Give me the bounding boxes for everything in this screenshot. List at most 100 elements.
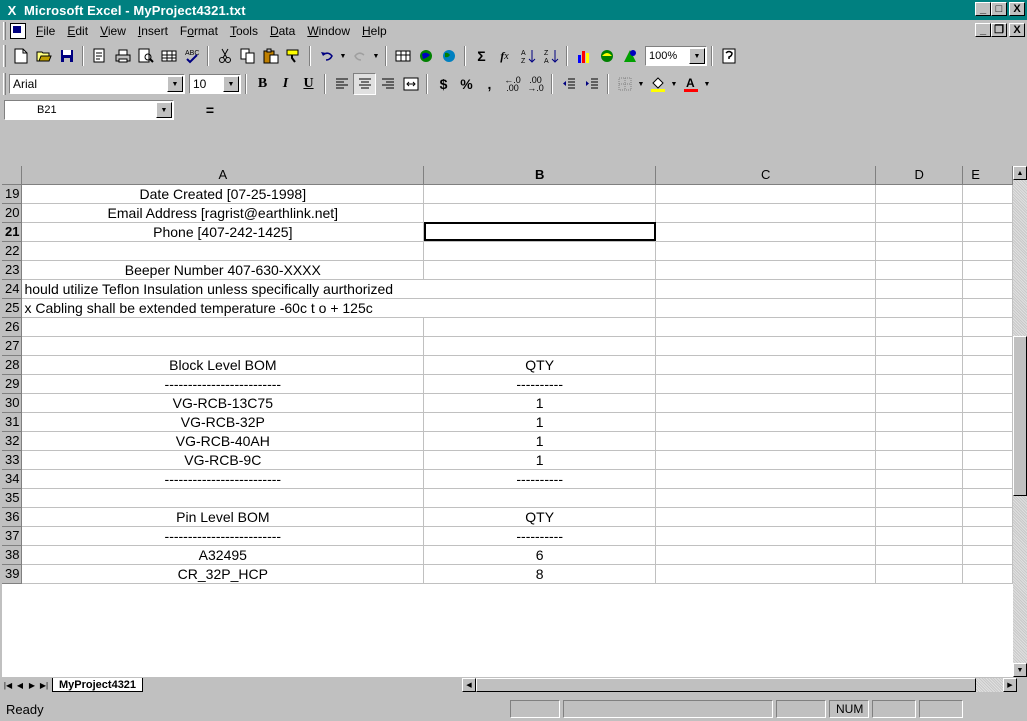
scroll-left-icon[interactable]: ◀	[462, 678, 476, 692]
redo-icon[interactable]	[348, 45, 371, 67]
print-preview-icon[interactable]	[134, 45, 157, 67]
cell-c[interactable]	[655, 355, 877, 375]
cell-b[interactable]: 6	[423, 545, 657, 565]
cell-e[interactable]	[962, 545, 1013, 565]
cell-e[interactable]	[962, 526, 1013, 546]
cell-d[interactable]	[875, 507, 964, 527]
cell-d[interactable]	[875, 184, 964, 204]
cell-d[interactable]	[875, 355, 964, 375]
last-sheet-icon[interactable]: ▶|	[38, 678, 50, 692]
menu-insert[interactable]: Insert	[132, 22, 174, 40]
row-header[interactable]: 36	[2, 507, 23, 527]
office-assistant-icon[interactable]	[717, 45, 740, 67]
cell-e[interactable]	[962, 279, 1013, 299]
cell-b[interactable]	[423, 279, 657, 299]
cell-e[interactable]	[962, 431, 1013, 451]
cell-c[interactable]	[655, 526, 877, 546]
row-header[interactable]: 27	[2, 336, 23, 356]
cell-a[interactable]: Pin Level BOM	[21, 507, 425, 527]
first-sheet-icon[interactable]: |◀	[2, 678, 14, 692]
increase-decimal-icon[interactable]: ←.0.00	[501, 73, 524, 95]
scroll-up-icon[interactable]: ▲	[1013, 166, 1027, 180]
cell-a[interactable]	[21, 488, 425, 508]
cell-e[interactable]	[962, 469, 1013, 489]
cell-a[interactable]	[21, 317, 425, 337]
cell-c[interactable]	[655, 317, 877, 337]
decrease-decimal-icon[interactable]: .00 →.0	[524, 73, 547, 95]
excel-app-icon[interactable]: X	[4, 3, 20, 18]
row-header[interactable]: 19	[2, 184, 23, 204]
underline-icon[interactable]: U	[297, 73, 320, 95]
cell-c[interactable]	[655, 279, 877, 299]
cell-c[interactable]	[655, 374, 877, 394]
cell-a[interactable]: VG-RCB-13C75	[21, 393, 425, 413]
cell-e[interactable]	[962, 374, 1013, 394]
row-header[interactable]: 24	[2, 279, 23, 299]
cell-b[interactable]	[423, 260, 657, 280]
font-combo[interactable]: Arial ▼	[9, 74, 185, 94]
sheet-tab[interactable]: MyProject4321	[52, 678, 144, 692]
print-icon[interactable]	[111, 45, 134, 67]
paste-icon[interactable]	[259, 45, 282, 67]
cell-c[interactable]	[655, 545, 877, 565]
vertical-scrollbar[interactable]: ▲ ▼	[1013, 166, 1027, 677]
cell-d[interactable]	[875, 336, 964, 356]
menu-file[interactable]: File	[30, 22, 61, 40]
cell-a[interactable]: hould utilize Teflon Insulation unless s…	[21, 279, 424, 299]
cell-d[interactable]	[875, 488, 964, 508]
cell-c[interactable]	[655, 336, 877, 356]
align-right-icon[interactable]	[376, 73, 399, 95]
minimize-button[interactable]: _	[975, 2, 991, 16]
doc-restore-button[interactable]: ❐	[991, 23, 1007, 37]
cell-e[interactable]	[962, 412, 1013, 432]
globe-icon[interactable]	[437, 45, 460, 67]
cell-b[interactable]	[423, 203, 657, 223]
fill-color-dropdown-icon[interactable]: ▼	[669, 73, 679, 95]
row-header[interactable]: 26	[2, 317, 23, 337]
row-header[interactable]: 33	[2, 450, 23, 470]
cell-b[interactable]: QTY	[423, 355, 657, 375]
cell-e[interactable]	[962, 241, 1013, 261]
cell-a[interactable]: CR_32P_HCP	[21, 564, 425, 584]
cell-d[interactable]	[875, 450, 964, 470]
cell-e[interactable]	[962, 298, 1013, 318]
row-header[interactable]: 31	[2, 412, 23, 432]
cell-e[interactable]	[962, 450, 1013, 470]
row-header[interactable]: 39	[2, 564, 23, 584]
percent-icon[interactable]: %	[455, 73, 478, 95]
cell-b[interactable]	[423, 317, 657, 337]
align-left-icon[interactable]	[330, 73, 353, 95]
currency-icon[interactable]: $	[432, 73, 455, 95]
cell-a[interactable]: Block Level BOM	[21, 355, 425, 375]
cell-d[interactable]	[875, 260, 964, 280]
cell-c[interactable]	[655, 393, 877, 413]
cell-c[interactable]	[655, 469, 877, 489]
row-header[interactable]: 32	[2, 431, 23, 451]
cell-a[interactable]: VG-RCB-32P	[21, 412, 425, 432]
menu-window[interactable]: Window	[301, 22, 356, 40]
column-header-c[interactable]: C	[655, 166, 877, 185]
spreadsheet-grid[interactable]: A B C D E 19 Date Created [07-25-1998] 20 E…	[2, 166, 1013, 677]
undo-icon[interactable]	[315, 45, 338, 67]
row-header[interactable]: 37	[2, 526, 23, 546]
menu-help[interactable]: Help	[356, 22, 393, 40]
row-header[interactable]: 20	[2, 203, 23, 223]
font-size-dropdown-icon[interactable]: ▼	[223, 76, 239, 92]
save-icon[interactable]	[55, 45, 78, 67]
merge-center-icon[interactable]	[399, 73, 422, 95]
font-color-icon[interactable]: A	[679, 73, 702, 95]
cell-a[interactable]: Date Created [07-25-1998]	[21, 184, 425, 204]
cell-a[interactable]: -------------------------	[21, 469, 425, 489]
toolbar-grip[interactable]	[3, 45, 6, 67]
row-header[interactable]: 28	[2, 355, 23, 375]
cell-c[interactable]	[655, 412, 877, 432]
cell-b[interactable]: ----------	[423, 526, 657, 546]
cell-e[interactable]	[962, 488, 1013, 508]
format-painter-icon[interactable]	[282, 45, 305, 67]
cell-a[interactable]	[21, 336, 425, 356]
function-wizard-icon[interactable]: fx	[493, 45, 516, 67]
row-header[interactable]: 34	[2, 469, 23, 489]
cell-b[interactable]: 1	[423, 450, 657, 470]
formula-equals-button[interactable]: =	[200, 102, 220, 118]
row-header[interactable]: 30	[2, 393, 23, 413]
